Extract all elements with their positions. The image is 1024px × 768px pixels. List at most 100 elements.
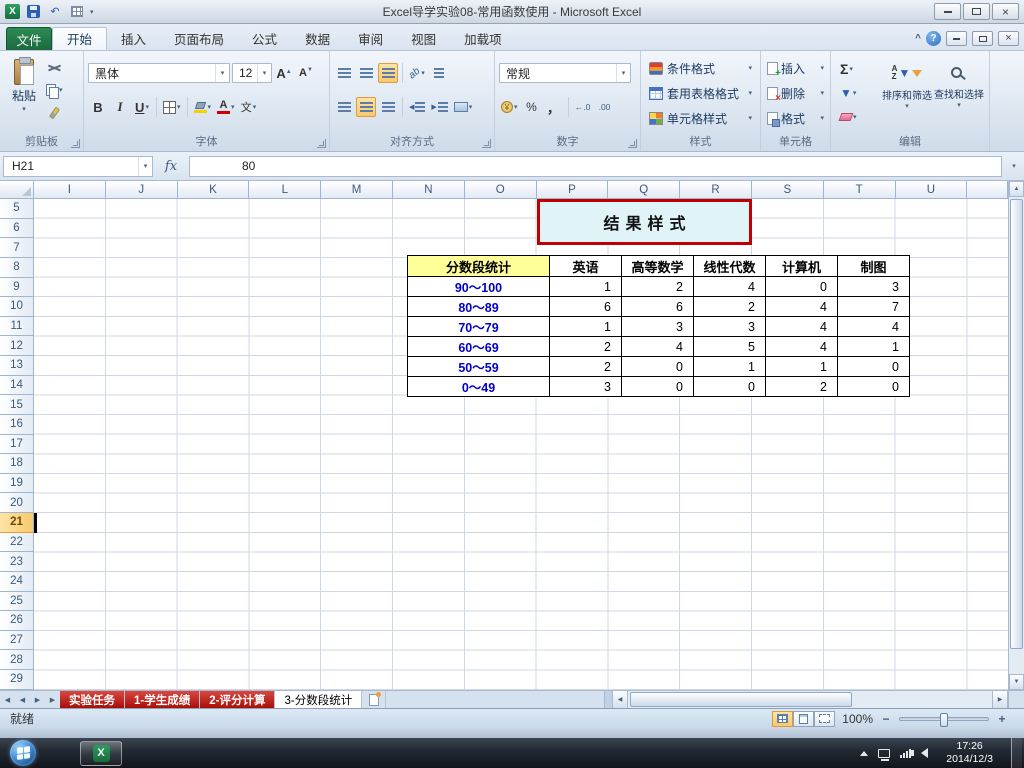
score-value-cell[interactable]: 0 <box>621 356 694 377</box>
number-format-select[interactable]: 常规 ▾ <box>499 63 631 83</box>
score-value-cell[interactable]: 4 <box>837 316 910 337</box>
score-range-cell[interactable]: 90～100 <box>407 276 550 297</box>
network-icon[interactable] <box>878 748 891 761</box>
score-value-cell[interactable]: 2 <box>621 276 694 297</box>
score-value-cell[interactable]: 0 <box>693 376 766 397</box>
undo-button[interactable]: ↶ <box>46 3 64 20</box>
autosum-button[interactable]: Σ ▾ <box>835 59 881 79</box>
row-header-19[interactable]: 19 <box>0 473 34 494</box>
orientation-button[interactable]: ab ▾ <box>407 63 427 83</box>
row-header-12[interactable]: 12 <box>0 336 34 356</box>
score-value-cell[interactable]: 0 <box>621 376 694 397</box>
row-header-27[interactable]: 27 <box>0 630 34 651</box>
shrink-font-button[interactable]: A▼ <box>296 63 316 83</box>
taskbar-clock[interactable]: 17:26 2014/12/3 <box>938 740 1001 766</box>
column-header-partial[interactable] <box>967 181 1008 199</box>
format-painter-button[interactable] <box>44 103 65 123</box>
row-header-13[interactable]: 13 <box>0 356 34 376</box>
align-top-button[interactable] <box>334 63 354 83</box>
wrap-text-button[interactable] <box>429 63 449 83</box>
copy-button[interactable]: ▾ <box>44 80 65 100</box>
expand-formula-bar-icon[interactable]: ▾ <box>1007 162 1021 170</box>
scroll-right-button[interactable]: ▶ <box>992 691 1008 708</box>
increase-indent-button[interactable]: ▶ <box>429 97 449 117</box>
row-header-8[interactable]: 8 <box>0 257 34 278</box>
name-box[interactable]: H21 ▾ <box>3 155 153 177</box>
formula-input[interactable]: 80 <box>189 155 1002 177</box>
ribbon-tab-数据[interactable]: 数据 <box>291 27 344 50</box>
row-header-6[interactable]: 6 <box>0 218 34 239</box>
ribbon-tab-公式[interactable]: 公式 <box>238 27 291 50</box>
taskbar-excel-button[interactable]: X <box>80 740 122 766</box>
cells-area[interactable]: 结果样式 分数段统计 英语 高等数学 线性代数 计算机 制图 90～100 1 2 4 0 3 80～8… <box>34 199 1008 690</box>
score-range-cell[interactable]: 0～49 <box>407 376 550 397</box>
score-value-cell[interactable]: 2 <box>693 296 766 317</box>
score-value-cell[interactable]: 1 <box>549 316 622 337</box>
cut-button[interactable] <box>44 57 65 77</box>
sheet-tab-3-分数段统计[interactable]: 3-分数段统计 <box>275 691 363 708</box>
column-header-M[interactable]: M <box>321 181 393 199</box>
sheet-tab-2-评分计算[interactable]: 2-评分计算 <box>200 691 276 708</box>
ribbon-tab-开始[interactable]: 开始 <box>52 27 108 50</box>
borders-button[interactable]: ▾ <box>161 97 183 117</box>
column-header-U[interactable]: U <box>895 181 968 199</box>
align-left-button[interactable] <box>334 97 354 117</box>
column-header-O[interactable]: O <box>464 181 537 199</box>
zoom-out-button[interactable]: − <box>880 712 892 726</box>
font-dialog-launcher[interactable] <box>317 139 326 148</box>
decrease-indent-button[interactable]: ◀ <box>407 97 427 117</box>
merge-center-button[interactable]: ▾ <box>452 97 475 117</box>
row-header-18[interactable]: 18 <box>0 454 34 474</box>
scroll-up-button[interactable]: ▲ <box>1009 181 1024 197</box>
column-header-S[interactable]: S <box>751 181 824 199</box>
column-header-K[interactable]: K <box>177 181 250 199</box>
normal-view-button[interactable] <box>772 710 794 727</box>
align-bottom-button[interactable] <box>378 63 398 83</box>
insert-worksheet-button[interactable] <box>362 691 387 708</box>
score-value-cell[interactable]: 3 <box>693 316 766 337</box>
score-value-cell[interactable]: 2 <box>549 336 622 357</box>
align-right-button[interactable] <box>378 97 398 117</box>
currency-format-button[interactable]: ¥ ▾ <box>499 97 520 117</box>
row-header-17[interactable]: 17 <box>0 434 34 455</box>
grow-font-button[interactable]: A▲ <box>274 63 294 83</box>
table-header-1[interactable]: 英语 <box>549 255 622 277</box>
scroll-left-button[interactable]: ◀ <box>612 691 628 708</box>
phonetic-button[interactable]: 文 ▾ <box>239 97 259 117</box>
help-icon[interactable]: ? <box>926 31 941 46</box>
row-header-20[interactable]: 20 <box>0 493 34 513</box>
row-header-10[interactable]: 10 <box>0 297 34 317</box>
align-middle-button[interactable] <box>356 63 376 83</box>
score-value-cell[interactable]: 3 <box>837 276 910 297</box>
score-value-cell[interactable]: 1 <box>765 356 838 377</box>
italic-button[interactable]: I <box>110 97 130 117</box>
row-header-16[interactable]: 16 <box>0 414 34 435</box>
cell-styles-button[interactable]: 单元格样式 ▾ <box>645 106 756 131</box>
score-value-cell[interactable]: 4 <box>765 336 838 357</box>
score-value-cell[interactable]: 4 <box>765 296 838 317</box>
score-value-cell[interactable]: 6 <box>549 296 622 317</box>
page-break-view-button[interactable] <box>814 710 836 727</box>
ribbon-tab-视图[interactable]: 视图 <box>397 27 450 50</box>
row-header-5[interactable]: 5 <box>0 199 34 219</box>
score-value-cell[interactable]: 7 <box>837 296 910 317</box>
column-header-L[interactable]: L <box>249 181 322 199</box>
fill-color-button[interactable]: ▾ <box>192 97 214 117</box>
font-size-select[interactable]: 12 ▾ <box>232 63 272 83</box>
row-header-9[interactable]: 9 <box>0 277 34 298</box>
row-header-7[interactable]: 7 <box>0 238 34 258</box>
last-sheet-button[interactable]: ▶ <box>45 691 60 708</box>
score-value-cell[interactable]: 2 <box>549 356 622 377</box>
row-header-11[interactable]: 11 <box>0 316 34 337</box>
show-desktop-button[interactable] <box>1011 738 1022 768</box>
score-value-cell[interactable]: 1 <box>837 336 910 357</box>
score-value-cell[interactable]: 6 <box>621 296 694 317</box>
score-value-cell[interactable]: 4 <box>765 316 838 337</box>
row-header-23[interactable]: 23 <box>0 552 34 572</box>
format-as-table-button[interactable]: 套用表格格式 ▾ <box>645 81 756 106</box>
alignment-dialog-launcher[interactable] <box>482 139 491 148</box>
score-value-cell[interactable]: 4 <box>693 276 766 297</box>
format-cells-button[interactable]: 格式 ▾ <box>765 106 826 131</box>
score-range-cell[interactable]: 80～89 <box>407 296 550 317</box>
row-header-29[interactable]: 29 <box>0 670 34 690</box>
